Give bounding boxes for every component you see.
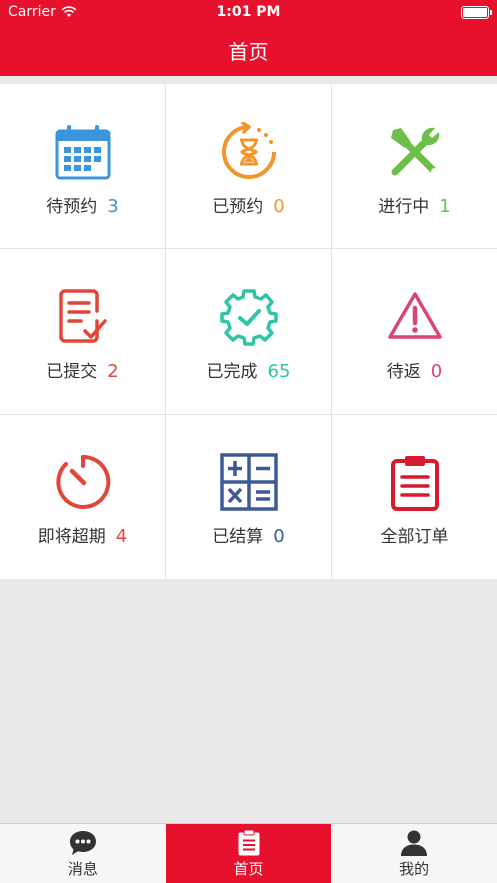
card-in-progress[interactable]: 进行中 1	[332, 84, 497, 249]
card-label: 已提交	[46, 361, 98, 382]
tab-profile[interactable]: 我的	[331, 824, 497, 883]
card-submitted[interactable]: 已提交 2	[0, 249, 165, 414]
card-count: 0	[273, 195, 285, 217]
home-clipboard-icon	[238, 829, 259, 855]
card-overdue-soon[interactable]: 即将超期 4	[0, 414, 165, 579]
card-count: 3	[107, 195, 119, 217]
timer-icon	[55, 455, 110, 510]
card-count: 2	[107, 360, 119, 382]
card-label: 待预约	[46, 196, 98, 217]
warning-icon	[387, 292, 442, 339]
status-time: 1:01 PM	[216, 4, 281, 20]
tab-label: 首页	[233, 859, 264, 878]
card-label: 进行中	[378, 196, 430, 217]
tab-messages[interactable]: 消息	[0, 824, 166, 883]
document-check-icon	[58, 289, 107, 343]
gear-check-icon	[219, 289, 278, 346]
card-settled[interactable]: 已结算 0	[166, 414, 331, 579]
order-status-grid: 待预约 3 已预约 0 进行中 1 已提交 2 已完成 65 待返 0 即将超期…	[0, 84, 497, 579]
calculator-icon	[219, 453, 278, 512]
card-label: 即将超期	[37, 527, 106, 548]
card-pending-booking[interactable]: 待预约 3	[0, 84, 165, 249]
card-booked[interactable]: 已预约 0	[166, 84, 331, 249]
card-all-orders[interactable]: 全部订单	[332, 414, 497, 579]
card-count: 0	[430, 360, 443, 382]
page-title: 首页	[228, 40, 269, 64]
card-pending-return[interactable]: 待返 0	[332, 249, 497, 414]
card-label: 已预约	[212, 196, 264, 217]
card-count: 4	[115, 526, 128, 548]
tools-icon	[390, 127, 439, 176]
hourglass-icon	[221, 121, 276, 179]
card-count: 0	[273, 526, 285, 548]
tab-label: 我的	[399, 859, 430, 878]
clipboard-icon	[390, 456, 439, 512]
tab-bar: 消息 首页 我的	[0, 823, 497, 883]
tab-home[interactable]: 首页	[165, 824, 332, 883]
message-icon	[69, 830, 96, 855]
status-bar: Carrier 1:01 PM	[0, 0, 497, 24]
card-label: 全部订单	[380, 527, 449, 548]
battery-icon	[461, 6, 492, 19]
card-count: 1	[439, 195, 451, 217]
card-label: 待返	[386, 361, 421, 382]
card-label: 已完成	[206, 361, 258, 382]
card-label: 已结算	[212, 527, 264, 548]
user-icon	[401, 830, 428, 856]
card-completed[interactable]: 已完成 65	[166, 249, 331, 414]
calendar-icon	[55, 124, 110, 180]
tab-label: 消息	[67, 859, 98, 878]
app-header: Carrier 1:01 PM 首页	[0, 0, 497, 76]
card-count: 65	[267, 360, 291, 382]
